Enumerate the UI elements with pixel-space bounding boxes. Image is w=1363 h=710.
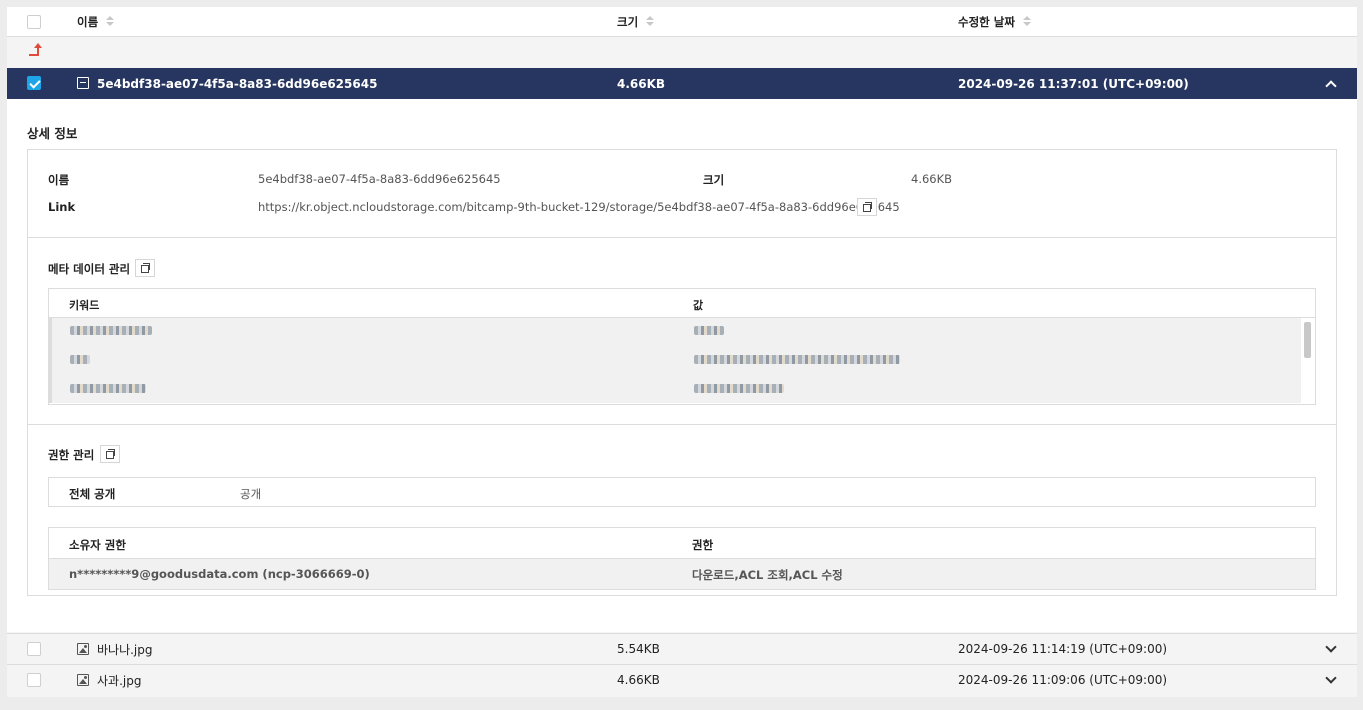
detail-box: 이름 5e4bdf38-ae07-4f5a-8a83-6dd96e625645 …	[27, 149, 1337, 596]
file-size: 4.66KB	[617, 673, 660, 687]
file-name[interactable]: 사과.jpg	[97, 672, 141, 689]
metadata-value-redacted	[694, 355, 900, 364]
owner-col-header: 소유자 권한	[69, 538, 126, 552]
sort-icon[interactable]	[646, 16, 655, 26]
parent-folder-row[interactable]	[7, 37, 1357, 68]
image-icon	[77, 643, 89, 655]
chevron-down-icon[interactable]	[1325, 641, 1337, 653]
file-date: 2024-09-26 11:09:06 (UTC+09:00)	[958, 673, 1168, 687]
metadata-value-header: 값	[693, 299, 704, 312]
file-date: 2024-09-26 11:14:19 (UTC+09:00)	[958, 642, 1168, 656]
chevron-down-icon[interactable]	[1325, 672, 1337, 684]
owner-row: n*********9@goodusdata.com (ncp-3066669-…	[49, 559, 1315, 589]
header-modified-label: 수정한 날짜	[958, 14, 1015, 29]
row-checkbox[interactable]	[27, 673, 41, 687]
size-label: 크기	[703, 173, 725, 187]
row-checkbox[interactable]	[27, 642, 41, 656]
header-size-label: 크기	[617, 14, 639, 29]
header-name[interactable]: 이름	[77, 14, 115, 30]
divider	[28, 424, 1336, 425]
metadata-table: 키워드 값	[48, 288, 1316, 405]
object-list: 이름 크기 수정한 날짜 5e4bdf38-ae07-4f5a-8a83-6dd…	[7, 7, 1357, 697]
link-label: Link	[48, 200, 76, 214]
perm-col-header: 권한	[692, 538, 714, 552]
table-row[interactable]: 바나나.jpg 5.54KB 2024-09-26 11:14:19 (UTC+…	[7, 633, 1357, 664]
file-name[interactable]: 바나나.jpg	[97, 641, 153, 658]
name-label: 이름	[48, 173, 70, 187]
image-icon	[77, 674, 89, 686]
metadata-key-redacted	[70, 326, 152, 335]
detail-panel: 상세 정보 이름 5e4bdf38-ae07-4f5a-8a83-6dd96e6…	[7, 99, 1357, 632]
file-icon	[77, 77, 89, 89]
metadata-rows	[49, 318, 1301, 403]
table-row-selected[interactable]: 5e4bdf38-ae07-4f5a-8a83-6dd96e625645 4.6…	[7, 68, 1357, 99]
header-modified[interactable]: 수정한 날짜	[958, 14, 1031, 30]
header-name-label: 이름	[77, 14, 99, 29]
public-access-row: 전체 공개 공개	[48, 477, 1316, 507]
metadata-scrollbar[interactable]	[1301, 318, 1315, 404]
sort-icon[interactable]	[106, 16, 115, 26]
copy-icon[interactable]	[100, 445, 120, 463]
parent-folder-icon[interactable]	[29, 43, 42, 56]
select-all-checkbox[interactable]	[27, 15, 41, 29]
metadata-header: 키워드 값	[49, 289, 1315, 318]
metadata-key-header: 키워드	[69, 299, 100, 312]
sort-icon[interactable]	[1022, 16, 1031, 26]
metadata-value-redacted	[694, 384, 784, 393]
size-value: 4.66KB	[911, 172, 953, 186]
perm-value: 다운로드,ACL 조회,ACL 수정	[692, 568, 843, 582]
row-checkbox[interactable]	[27, 76, 41, 90]
copy-link-icon[interactable]	[857, 198, 877, 216]
owner-permission-table: 소유자 권한 권한 n*********9@goodusdata.com (nc…	[48, 527, 1316, 590]
detail-title: 상세 정보	[27, 126, 78, 141]
metadata-value-redacted	[694, 326, 724, 335]
name-value: 5e4bdf38-ae07-4f5a-8a83-6dd96e625645	[258, 172, 501, 186]
metadata-key-redacted	[70, 384, 146, 393]
chevron-up-icon[interactable]	[1325, 80, 1337, 92]
file-name[interactable]: 5e4bdf38-ae07-4f5a-8a83-6dd96e625645	[97, 77, 377, 91]
file-date: 2024-09-26 11:37:01 (UTC+09:00)	[958, 76, 1189, 91]
public-value: 공개	[240, 487, 262, 501]
link-value[interactable]: https://kr.object.ncloudstorage.com/bitc…	[258, 200, 900, 214]
header-size[interactable]: 크기	[617, 14, 655, 30]
public-label: 전체 공개	[69, 487, 116, 501]
copy-icon[interactable]	[135, 259, 155, 277]
table-row[interactable]: 사과.jpg 4.66KB 2024-09-26 11:09:06 (UTC+0…	[7, 664, 1357, 695]
permission-title: 권한 관리	[48, 448, 95, 462]
file-size: 5.54KB	[617, 642, 660, 656]
metadata-title: 메타 데이터 관리	[48, 262, 131, 276]
metadata-key-redacted	[70, 355, 90, 364]
table-header: 이름 크기 수정한 날짜	[7, 7, 1357, 37]
divider	[28, 237, 1336, 238]
owner-value: n*********9@goodusdata.com (ncp-3066669-…	[69, 567, 370, 581]
owner-header: 소유자 권한 권한	[49, 528, 1315, 559]
file-size: 4.66KB	[617, 76, 666, 91]
